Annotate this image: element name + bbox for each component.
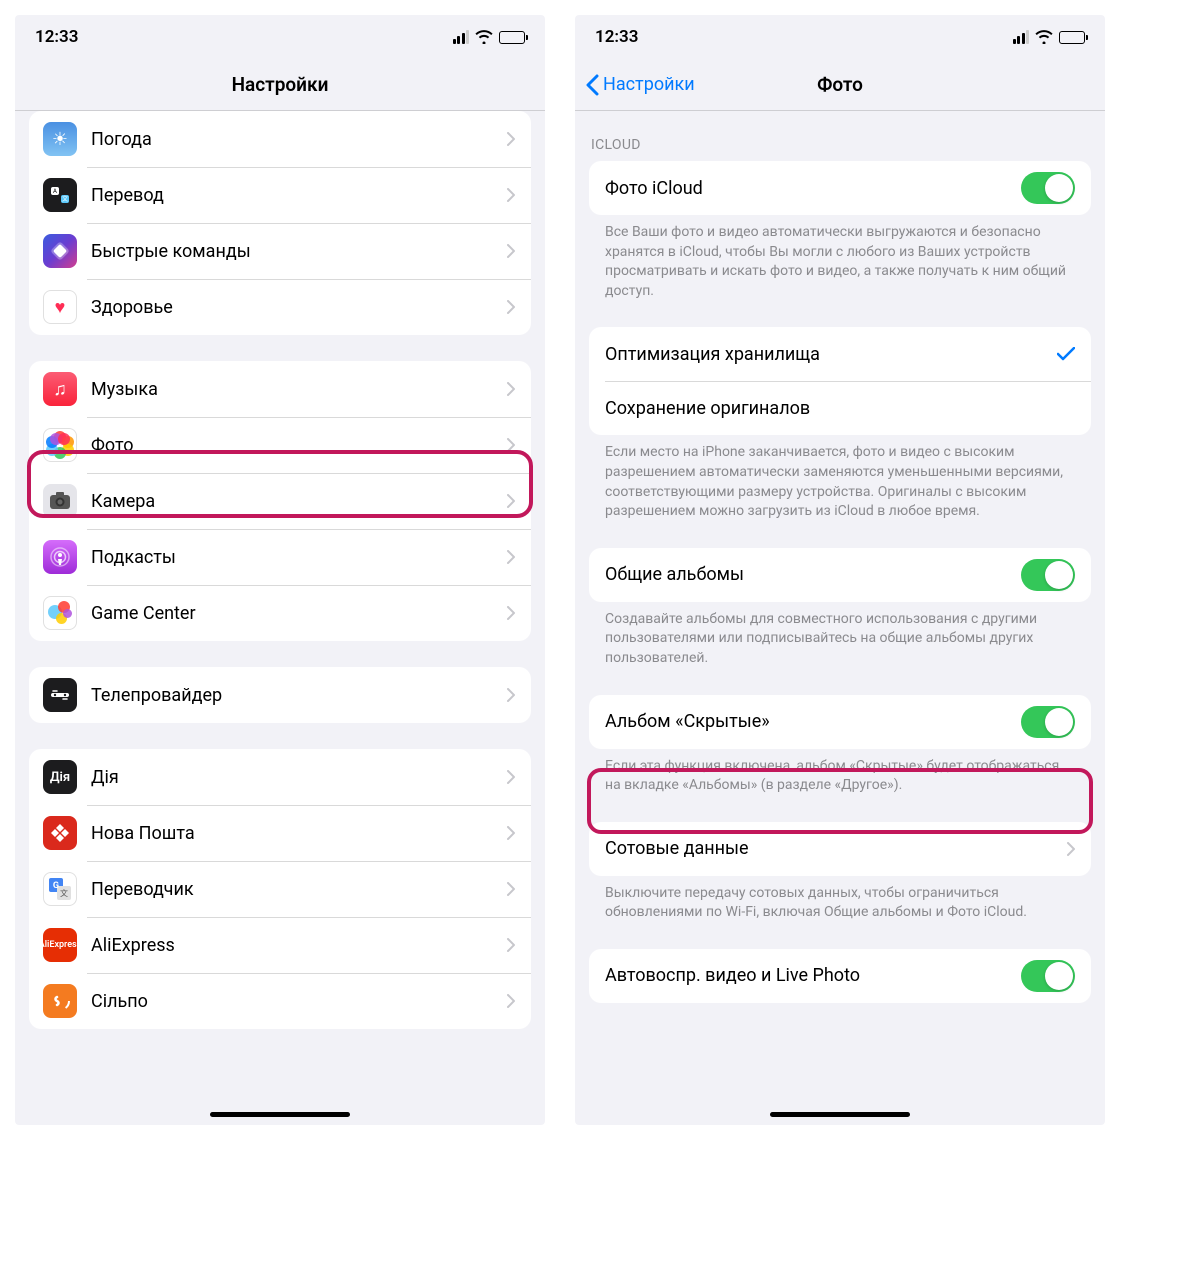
- novaposhta-icon: [43, 816, 77, 850]
- home-indicator[interactable]: [210, 1112, 350, 1117]
- hidden-album-description: Если эта функция включена, альбом «Скрыт…: [589, 749, 1091, 796]
- chevron-left-icon: [585, 74, 599, 96]
- chevron-right-icon: [1067, 842, 1075, 856]
- svg-text:G: G: [53, 881, 59, 891]
- chevron-right-icon: [507, 826, 515, 840]
- chevron-right-icon: [507, 606, 515, 620]
- nav-bar: Настройки: [15, 59, 545, 111]
- row-hidden-album[interactable]: Альбом «Скрытые»: [589, 695, 1091, 749]
- cellular-signal-icon: [1013, 30, 1030, 44]
- row-camera[interactable]: Камера: [29, 473, 531, 529]
- row-aliexpress[interactable]: AliExpressAliExpress: [29, 917, 531, 973]
- back-label: Настройки: [603, 74, 695, 95]
- chevron-right-icon: [507, 994, 515, 1008]
- toggle-icloud-photos[interactable]: [1021, 172, 1075, 204]
- svg-text:文: 文: [60, 888, 68, 898]
- settings-main-screen: 12:33 Настройки ☀Погода A文Перевод Быстры…: [15, 15, 545, 1125]
- status-time: 12:33: [595, 27, 638, 47]
- chevron-right-icon: [507, 244, 515, 258]
- svg-text:文: 文: [62, 195, 68, 203]
- chevron-right-icon: [507, 938, 515, 952]
- chevron-right-icon: [507, 550, 515, 564]
- podcasts-icon: [43, 540, 77, 574]
- row-diia[interactable]: ДіяДія: [29, 749, 531, 805]
- chevron-right-icon: [507, 188, 515, 202]
- row-podcasts[interactable]: Подкасты: [29, 529, 531, 585]
- wifi-icon: [1035, 30, 1053, 44]
- checkmark-icon: [1057, 347, 1075, 361]
- gamecenter-icon: [43, 596, 77, 630]
- row-shared-albums[interactable]: Общие альбомы: [589, 548, 1091, 602]
- status-icons: [453, 30, 526, 44]
- row-keep-originals[interactable]: Сохранение оригиналов: [589, 381, 1091, 435]
- page-title: Настройки: [232, 73, 329, 96]
- gtranslate-icon: G文: [43, 872, 77, 906]
- chevron-right-icon: [507, 438, 515, 452]
- row-optimize-storage[interactable]: Оптимизация хранилища: [589, 327, 1091, 381]
- section-header-icloud: ICLOUD: [575, 137, 1105, 161]
- chevron-right-icon: [507, 688, 515, 702]
- chevron-right-icon: [507, 882, 515, 896]
- chevron-right-icon: [507, 382, 515, 396]
- icloud-photos-description: Все Ваши фото и видео автоматически выгр…: [589, 215, 1091, 301]
- row-tvprovider[interactable]: Телепровайдер: [29, 667, 531, 723]
- music-icon: ♫: [43, 372, 77, 406]
- battery-icon: [499, 31, 525, 44]
- photos-icon: [43, 428, 77, 462]
- nav-bar: Настройки Фото: [575, 59, 1105, 111]
- health-icon: ♥: [43, 290, 77, 324]
- storage-description: Если место на iPhone заканчивается, фото…: [589, 435, 1091, 521]
- wifi-icon: [475, 30, 493, 44]
- toggle-hidden-album[interactable]: [1021, 706, 1075, 738]
- row-shortcuts[interactable]: Быстрые команды: [29, 223, 531, 279]
- back-button[interactable]: Настройки: [585, 74, 695, 96]
- shortcuts-icon: [43, 234, 77, 268]
- cellular-description: Выключите передачу сотовых данных, чтобы…: [589, 876, 1091, 923]
- aliexpress-icon: AliExpress: [43, 928, 77, 962]
- row-music[interactable]: ♫Музыка: [29, 361, 531, 417]
- status-icons: [1013, 30, 1086, 44]
- status-time: 12:33: [35, 27, 78, 47]
- photos-settings-list[interactable]: ICLOUD Фото iCloud Все Ваши фото и видео…: [575, 111, 1105, 1125]
- toggle-autoplay[interactable]: [1021, 960, 1075, 992]
- chevron-right-icon: [507, 132, 515, 146]
- row-autoplay[interactable]: Автовоспр. видео и Live Photo: [589, 949, 1091, 1003]
- translate-icon: A文: [43, 178, 77, 212]
- chevron-right-icon: [507, 770, 515, 784]
- row-health[interactable]: ♥Здоровье: [29, 279, 531, 335]
- weather-icon: ☀: [43, 122, 77, 156]
- chevron-right-icon: [507, 300, 515, 314]
- page-title: Фото: [817, 73, 863, 96]
- row-icloud-photos[interactable]: Фото iCloud: [589, 161, 1091, 215]
- cellular-signal-icon: [453, 30, 470, 44]
- row-silpo[interactable]: Сільпо: [29, 973, 531, 1029]
- row-weather[interactable]: ☀Погода: [29, 111, 531, 167]
- svg-text:A: A: [53, 188, 57, 195]
- row-translate[interactable]: A文Перевод: [29, 167, 531, 223]
- row-novaposhta[interactable]: Нова Пошта: [29, 805, 531, 861]
- row-cellular-data[interactable]: Сотовые данные: [589, 822, 1091, 876]
- row-photos[interactable]: Фото: [29, 417, 531, 473]
- status-bar: 12:33: [15, 15, 545, 59]
- battery-icon: [1059, 31, 1085, 44]
- tvprovider-icon: [43, 678, 77, 712]
- row-gtranslate[interactable]: G文Переводчик: [29, 861, 531, 917]
- diia-icon: Дія: [43, 760, 77, 794]
- photos-settings-screen: 12:33 Настройки Фото ICLOUD Фото iCloud …: [575, 15, 1105, 1125]
- status-bar: 12:33: [575, 15, 1105, 59]
- home-indicator[interactable]: [770, 1112, 910, 1117]
- settings-list[interactable]: ☀Погода A文Перевод Быстрые команды ♥Здоро…: [15, 111, 545, 1125]
- silpo-icon: [43, 984, 77, 1018]
- toggle-shared-albums[interactable]: [1021, 559, 1075, 591]
- camera-icon: [43, 484, 77, 518]
- chevron-right-icon: [507, 494, 515, 508]
- shared-albums-description: Создавайте альбомы для совместного испол…: [589, 602, 1091, 669]
- row-gamecenter[interactable]: Game Center: [29, 585, 531, 641]
